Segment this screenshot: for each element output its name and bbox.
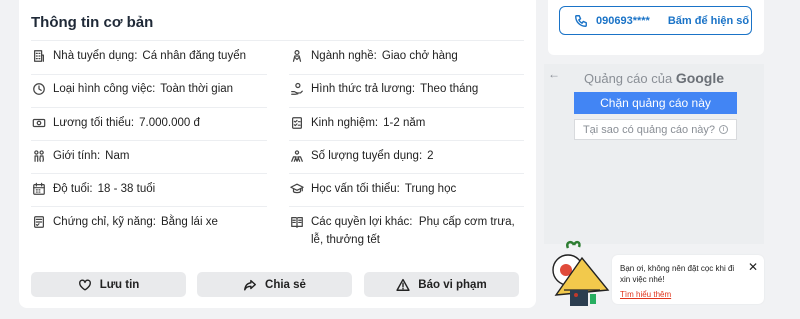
- show-phone-button[interactable]: 090693**** Bấm để hiện số: [559, 6, 752, 35]
- back-arrow-icon[interactable]: ←: [548, 67, 560, 81]
- info-job-type: Loại hình công việc: Toàn thời gian: [31, 80, 233, 98]
- info-value: 18 - 38 tuổi: [97, 183, 156, 195]
- info-min-salary: Lương tối thiểu: 7.000.000 đ: [31, 114, 200, 132]
- learn-more-link[interactable]: Tìm hiểu thêm: [620, 290, 671, 299]
- divider: [31, 40, 524, 41]
- heart-icon: [78, 278, 91, 291]
- info-gender: Giới tính: Nam: [31, 147, 129, 165]
- reveal-phone-label: Bấm để hiện số: [667, 14, 750, 27]
- building-icon: [31, 47, 47, 65]
- person-icon: [289, 47, 305, 65]
- deposit-warning-bubble: Bạn ơi, không nên đặt cọc khi đi xin việ…: [612, 255, 764, 304]
- why-this-ad-button[interactable]: Tại sao có quảng cáo này? i: [574, 119, 737, 140]
- gender-icon: [31, 147, 47, 165]
- google-ad-panel: ← Quảng cáo của Google Chặn quảng cáo nà…: [544, 64, 764, 244]
- info-label: Các quyền lợi khác:: [311, 216, 413, 228]
- info-value: Bằng lái xe: [160, 216, 218, 228]
- info-value: 1-2 năm: [383, 117, 426, 129]
- info-label: Loại hình công việc:: [53, 83, 156, 95]
- book-icon: [289, 213, 305, 231]
- divider: [289, 140, 524, 141]
- info-certificates: Chứng chỉ, kỹ năng: Bằng lái xe: [31, 213, 218, 231]
- save-job-label: Lưu tin: [99, 278, 140, 291]
- info-headcount: Số lượng tuyển dụng: 2: [289, 147, 434, 165]
- info-value: 2: [427, 150, 434, 162]
- info-employer: Nhà tuyển dụng: Cá nhân đăng tuyển: [31, 47, 246, 65]
- divider: [31, 140, 267, 141]
- mascot-illustration: [552, 240, 610, 306]
- divider: [289, 173, 524, 174]
- card-title: Thông tin cơ bản: [31, 14, 154, 31]
- share-icon: [244, 279, 256, 291]
- info-label: Ngành nghề:: [311, 50, 377, 62]
- google-logo: Google: [675, 70, 725, 86]
- divider: [31, 74, 267, 75]
- contact-card: 090693**** Bấm để hiện số: [548, 0, 764, 55]
- info-value: Cá nhân đăng tuyển: [142, 50, 246, 62]
- hand-money-icon: [289, 80, 305, 98]
- checklist-icon: [289, 114, 305, 132]
- info-label: Học vấn tối thiểu:: [311, 183, 400, 195]
- share-button[interactable]: Chia sẻ: [197, 272, 352, 297]
- info-industry: Ngành nghề: Giao chở hàng: [289, 47, 458, 65]
- info-label: Kinh nghiệm:: [311, 117, 379, 129]
- info-label: Nhà tuyển dụng:: [53, 50, 138, 62]
- share-label: Chia sẻ: [265, 278, 306, 291]
- info-value: Giao chở hàng: [381, 50, 458, 62]
- warning-text: Bạn ơi, không nên đặt cọc khi đi xin việ…: [620, 264, 735, 284]
- info-pay-method: Hình thức trả lương: Theo tháng: [289, 80, 478, 98]
- info-label: Chứng chỉ, kỹ năng:: [53, 216, 156, 228]
- banknote-icon: [31, 114, 47, 132]
- info-icon: i: [719, 125, 729, 134]
- graduation-cap-icon: [289, 180, 305, 198]
- why-this-ad-label: Tại sao có quảng cáo này?: [582, 123, 716, 136]
- certificate-icon: [31, 213, 47, 231]
- clock-icon: [31, 80, 47, 98]
- phone-icon: [575, 14, 587, 27]
- basic-info-card: Thông tin cơ bản Nhà tuyển dụng: Cá nhân…: [19, 0, 536, 308]
- phone-number: 090693****: [596, 14, 650, 27]
- warning-icon: [396, 278, 410, 291]
- info-value: Nam: [105, 150, 130, 162]
- info-label: Giới tính:: [53, 150, 101, 162]
- info-label: Độ tuổi:: [53, 183, 93, 195]
- calendar-icon: [31, 180, 47, 198]
- divider: [31, 206, 267, 207]
- save-job-button[interactable]: Lưu tin: [31, 272, 186, 297]
- divider: [31, 107, 267, 108]
- divider: [289, 206, 524, 207]
- ad-header: Quảng cáo của Google: [584, 70, 724, 86]
- info-value: Toàn thời gian: [160, 83, 234, 95]
- info-value: Theo tháng: [420, 83, 479, 95]
- info-label: Số lượng tuyển dụng:: [311, 150, 423, 162]
- info-education: Học vấn tối thiểu: Trung học: [289, 180, 456, 198]
- group-icon: [289, 147, 305, 165]
- divider: [31, 173, 267, 174]
- info-experience: Kinh nghiệm: 1-2 năm: [289, 114, 425, 132]
- info-age: Độ tuổi: 18 - 38 tuổi: [31, 180, 155, 198]
- info-value: 7.000.000 đ: [139, 117, 200, 129]
- info-label: Hình thức trả lương:: [311, 83, 416, 95]
- info-value: Trung học: [404, 183, 457, 195]
- info-benefits: Các quyền lợi khác: Phụ cấp cơm trưa, lễ…: [289, 213, 524, 249]
- info-label: Lương tối thiểu:: [53, 117, 135, 129]
- divider: [289, 107, 524, 108]
- close-icon[interactable]: ✕: [748, 260, 758, 274]
- block-ad-button[interactable]: Chặn quảng cáo này: [574, 92, 737, 114]
- divider: [289, 74, 524, 75]
- report-label: Báo vi phạm: [418, 278, 487, 291]
- report-button[interactable]: Báo vi phạm: [364, 272, 519, 297]
- benefits-text: Các quyền lợi khác: Phụ cấp cơm trưa, lễ…: [311, 213, 524, 249]
- ad-header-prefix: Quảng cáo của: [584, 71, 673, 86]
